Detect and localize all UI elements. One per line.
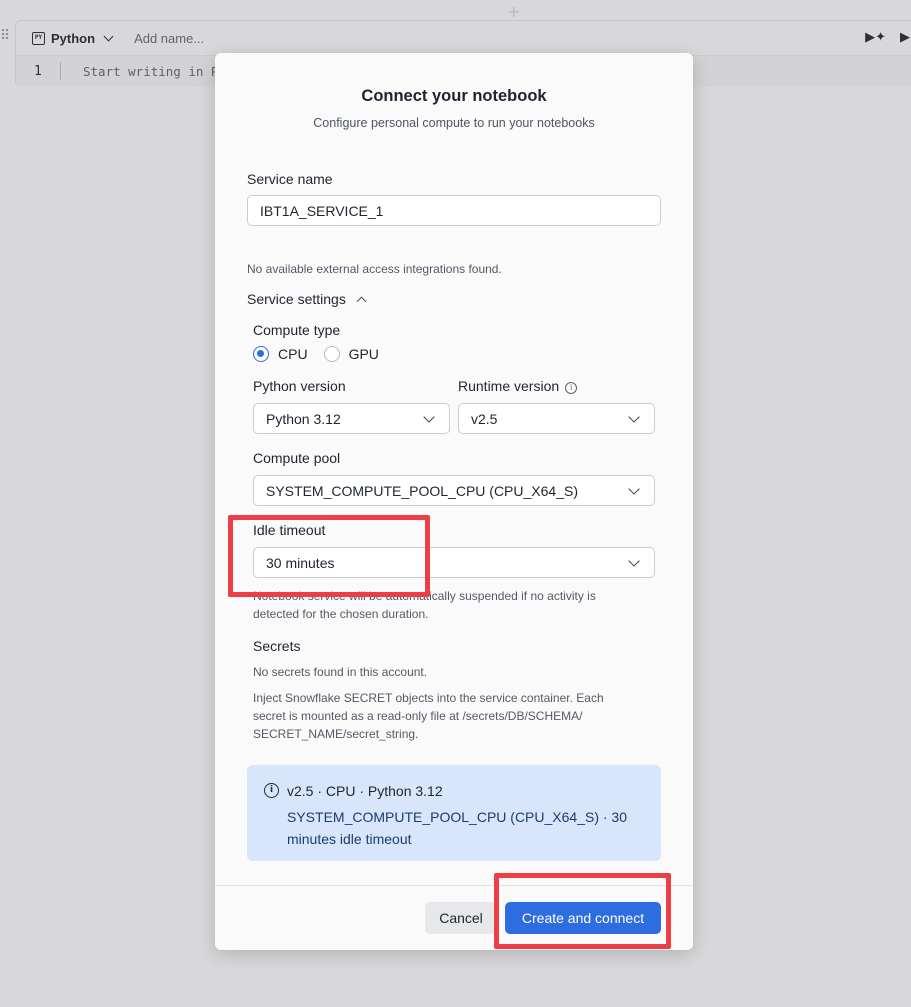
idle-timeout-label: Idle timeout: [253, 522, 326, 538]
gutter-divider: [60, 62, 61, 80]
create-and-connect-button[interactable]: Create and connect: [505, 902, 661, 934]
run-with-ai-icon[interactable]: ▶✦: [865, 30, 886, 45]
gpu-radio-label[interactable]: GPU: [349, 346, 379, 362]
drag-handle-icon[interactable]: ⠿: [0, 28, 10, 44]
idle-timeout-select[interactable]: 30 minutes: [253, 547, 655, 578]
idle-timeout-value: 30 minutes: [266, 555, 335, 571]
secrets-help-line: Inject Snowflake SECRET objects into the…: [253, 691, 604, 705]
compute-type-label: Compute type: [253, 322, 341, 338]
secrets-help-line: SECRET_NAME/secret_string.: [253, 727, 419, 741]
python-version-label: Python version: [253, 378, 346, 394]
chevron-down-icon: [103, 31, 114, 41]
idle-timeout-help-line: Notebook service will be automatically s…: [253, 589, 596, 603]
runtime-version-label-wrap: Runtime version i: [458, 378, 578, 394]
language-selector[interactable]: PY Python: [32, 30, 114, 46]
chevron-down-icon: [423, 411, 435, 423]
python-version-select[interactable]: Python 3.12: [253, 403, 450, 434]
service-settings-toggle[interactable]: Service settings: [247, 291, 367, 307]
idle-timeout-help-line: detected for the chosen duration.: [253, 607, 429, 621]
chevron-down-icon: [628, 555, 640, 567]
info-icon[interactable]: i: [565, 382, 578, 394]
dialog-subtitle: Configure personal compute to run your n…: [313, 116, 595, 130]
compute-pool-select[interactable]: SYSTEM_COMPUTE_POOL_CPU (CPU_X64_S): [253, 475, 655, 506]
cpu-radio[interactable]: [253, 346, 269, 362]
chevron-down-icon: [628, 411, 640, 423]
add-cell-plus-icon[interactable]: +: [507, 2, 520, 21]
runtime-version-label: Runtime version: [458, 378, 560, 394]
configuration-summary: i v2.5 · CPU · Python 3.12 SYSTEM_COMPUT…: [247, 765, 661, 861]
compute-type-radio-group: CPU GPU: [253, 346, 395, 362]
cancel-button[interactable]: Cancel: [425, 902, 497, 934]
dialog-title: Connect your notebook: [361, 87, 547, 105]
service-name-input[interactable]: IBT1A_SERVICE_1: [247, 195, 661, 226]
gpu-radio[interactable]: [323, 346, 340, 362]
python-file-icon: PY: [32, 31, 45, 45]
python-version-value: Python 3.12: [266, 411, 341, 427]
cell-name-input[interactable]: Add name...: [134, 31, 204, 46]
run-cell-icon[interactable]: ▶: [900, 30, 910, 45]
cpu-radio-label[interactable]: CPU: [278, 346, 308, 362]
summary-line-versions: v2.5 · CPU · Python 3.12: [287, 783, 443, 799]
secrets-help: Inject Snowflake SECRET objects into the…: [253, 689, 604, 743]
chevron-up-icon: [356, 296, 367, 306]
footer-divider: [215, 885, 693, 886]
compute-pool-value: SYSTEM_COMPUTE_POOL_CPU (CPU_X64_S): [266, 483, 578, 499]
chevron-down-icon: [628, 483, 640, 495]
cell-run-controls: ▶✦ ▶: [865, 30, 910, 45]
service-name-label: Service name: [247, 171, 333, 187]
integrations-note: No available external access integration…: [247, 262, 502, 276]
summary-line-pool: SYSTEM_COMPUTE_POOL_CPU (CPU_X64_S) · 30…: [287, 809, 627, 847]
compute-pool-label: Compute pool: [253, 450, 341, 466]
runtime-version-value: v2.5: [471, 411, 498, 427]
code-placeholder: Start writing in P: [83, 64, 219, 79]
secrets-help-line: secret is mounted as a read-only file at…: [253, 709, 583, 723]
idle-timeout-help: Notebook service will be automatically s…: [253, 587, 596, 623]
line-number: 1: [34, 64, 42, 79]
secrets-label: Secrets: [253, 638, 301, 654]
service-settings-label: Service settings: [247, 291, 346, 307]
language-label: Python: [51, 30, 96, 46]
runtime-version-select[interactable]: v2.5: [458, 403, 655, 434]
info-icon: i: [264, 783, 279, 798]
cell-toolbar: PY Python Add name... ▶✦ ▶: [16, 21, 911, 55]
secrets-none-note: No secrets found in this account.: [253, 665, 428, 679]
connect-notebook-dialog: Connect your notebook Configure personal…: [215, 53, 693, 950]
